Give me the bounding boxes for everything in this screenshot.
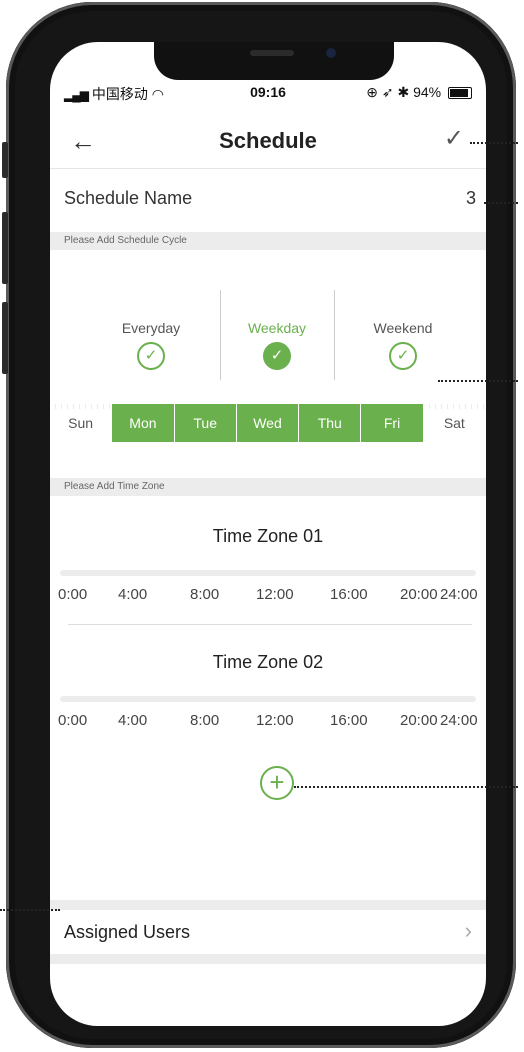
cycle-option-label: Everyday xyxy=(121,320,181,336)
schedule-name-value[interactable]: 3 xyxy=(466,188,476,209)
speaker xyxy=(250,50,294,56)
divider xyxy=(220,290,221,380)
volume-down-button xyxy=(2,302,8,374)
tick-label: 8:00 xyxy=(190,712,220,729)
assigned-users-row[interactable]: Assigned Users › xyxy=(50,900,486,964)
cycle-option-weekend[interactable]: Weekend ✓ xyxy=(348,320,458,370)
day-selector: Sun Mon Tue Wed Thu Fri Sat xyxy=(50,404,486,442)
timezone-title: Time Zone 01 xyxy=(212,526,324,546)
tick-label: 12:00 xyxy=(256,712,294,729)
tick-label: 0:00 xyxy=(58,586,88,603)
add-timezone-plus-icon[interactable]: + xyxy=(260,766,294,800)
check-circle-filled-icon: ✓ xyxy=(263,342,291,370)
callout-line-cycle xyxy=(438,380,518,382)
tick-label: 16:00 xyxy=(330,712,368,729)
status-right: ⊕ ➶ ✱ 94% xyxy=(366,84,472,101)
tick-label: 0:00 xyxy=(58,712,88,729)
cycle-option-weekday[interactable]: Weekday ✓ xyxy=(222,320,332,370)
callout-line-name xyxy=(484,202,518,204)
tick-label: 24:00 xyxy=(440,586,478,603)
cycle-option-label: Weekday xyxy=(247,320,307,336)
timezone-title: Time Zone 02 xyxy=(212,652,324,672)
bluetooth-icon: ✱ xyxy=(397,84,410,100)
status-bar: ▂▄▆ 中国移动 ◠ 09:16 ⊕ ➶ ✱ 94% xyxy=(50,82,486,106)
callout-line-confirm xyxy=(470,142,518,144)
day-sat[interactable]: Sat xyxy=(423,404,486,442)
timezone-slider[interactable] xyxy=(60,570,476,576)
tick-label: 20:00 xyxy=(400,712,438,729)
day-mon[interactable]: Mon xyxy=(112,404,175,442)
screen: ▂▄▆ 中国移动 ◠ 09:16 ⊕ ➶ ✱ 94% ← Schedule ✓ … xyxy=(50,42,486,1026)
nav-bar: ← Schedule ✓ xyxy=(50,120,486,169)
phone-frame: ▂▄▆ 中国移动 ◠ 09:16 ⊕ ➶ ✱ 94% ← Schedule ✓ … xyxy=(2,2,516,1048)
cycle-option-label: Weekend xyxy=(373,320,433,336)
schedule-name-label: Schedule Name xyxy=(64,188,193,208)
tick-label: 4:00 xyxy=(118,586,148,603)
tick-label: 8:00 xyxy=(190,586,220,603)
day-wed[interactable]: Wed xyxy=(236,404,300,442)
callout-line-users xyxy=(0,909,60,911)
location-icon: ➶ xyxy=(381,84,394,100)
front-camera xyxy=(326,48,336,58)
battery-icon xyxy=(448,87,472,100)
day-thu[interactable]: Thu xyxy=(299,404,362,442)
cycle-options: Everyday ✓ Weekday ✓ Weekend ✓ xyxy=(50,282,486,382)
notch xyxy=(154,42,394,80)
day-tue[interactable]: Tue xyxy=(174,404,237,442)
chevron-right-icon: › xyxy=(464,918,472,943)
cycle-section-header: Please Add Schedule Cycle xyxy=(50,232,486,250)
page-title: Schedule xyxy=(219,128,317,153)
callout-line-add xyxy=(294,786,518,788)
day-sun[interactable]: Sun xyxy=(50,404,113,442)
volume-up-button xyxy=(2,212,8,284)
day-fri[interactable]: Fri xyxy=(361,404,424,442)
assigned-users-label: Assigned Users xyxy=(64,922,191,942)
timezone-section-header: Please Add Time Zone xyxy=(50,478,486,496)
divider xyxy=(68,624,472,625)
lock-rotation-icon: ⊕ xyxy=(366,84,378,100)
tick-label: 12:00 xyxy=(256,586,294,603)
tick-label: 20:00 xyxy=(400,586,438,603)
schedule-name-row[interactable]: Schedule Name 3 xyxy=(64,188,476,218)
tick-label: 16:00 xyxy=(330,586,368,603)
check-circle-icon: ✓ xyxy=(137,342,165,370)
divider xyxy=(334,290,335,380)
confirm-check-icon[interactable]: ✓ xyxy=(444,124,464,153)
cycle-option-everyday[interactable]: Everyday ✓ xyxy=(96,320,206,370)
check-circle-icon: ✓ xyxy=(389,342,417,370)
battery-percent: 94% xyxy=(413,84,442,100)
timezone-slider[interactable] xyxy=(60,696,476,702)
tick-label: 24:00 xyxy=(440,712,478,729)
mute-switch xyxy=(2,142,8,178)
tick-label: 4:00 xyxy=(118,712,148,729)
